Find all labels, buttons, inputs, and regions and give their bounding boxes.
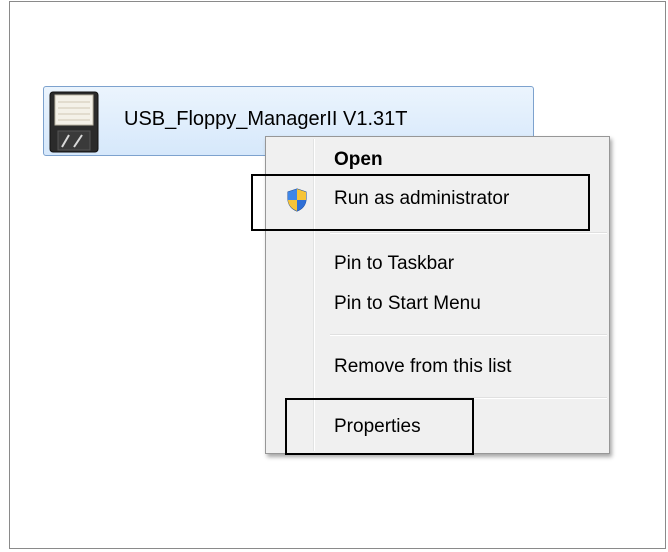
highlight-box-run-as-administrator <box>251 174 590 231</box>
floppy-disk-icon <box>49 91 99 153</box>
menu-item-pin-to-start-menu[interactable]: Pin to Start Menu <box>268 287 607 321</box>
menu-separator <box>330 334 607 336</box>
menu-item-label: Remove from this list <box>334 356 512 377</box>
menu-separator <box>330 232 607 234</box>
menu-item-label: Open <box>334 149 383 170</box>
program-name: USB_Floppy_ManagerII V1.31T <box>124 108 408 130</box>
menu-item-label: Pin to Taskbar <box>334 253 455 274</box>
menu-item-open[interactable]: Open <box>268 143 607 177</box>
menu-item-remove-from-list[interactable]: Remove from this list <box>268 350 607 384</box>
menu-item-pin-to-taskbar[interactable]: Pin to Taskbar <box>268 247 607 281</box>
highlight-box-properties <box>285 398 474 455</box>
menu-item-label: Pin to Start Menu <box>334 293 481 314</box>
screenshot-frame: USB_Floppy_ManagerII V1.31T Open Run as … <box>9 1 666 549</box>
